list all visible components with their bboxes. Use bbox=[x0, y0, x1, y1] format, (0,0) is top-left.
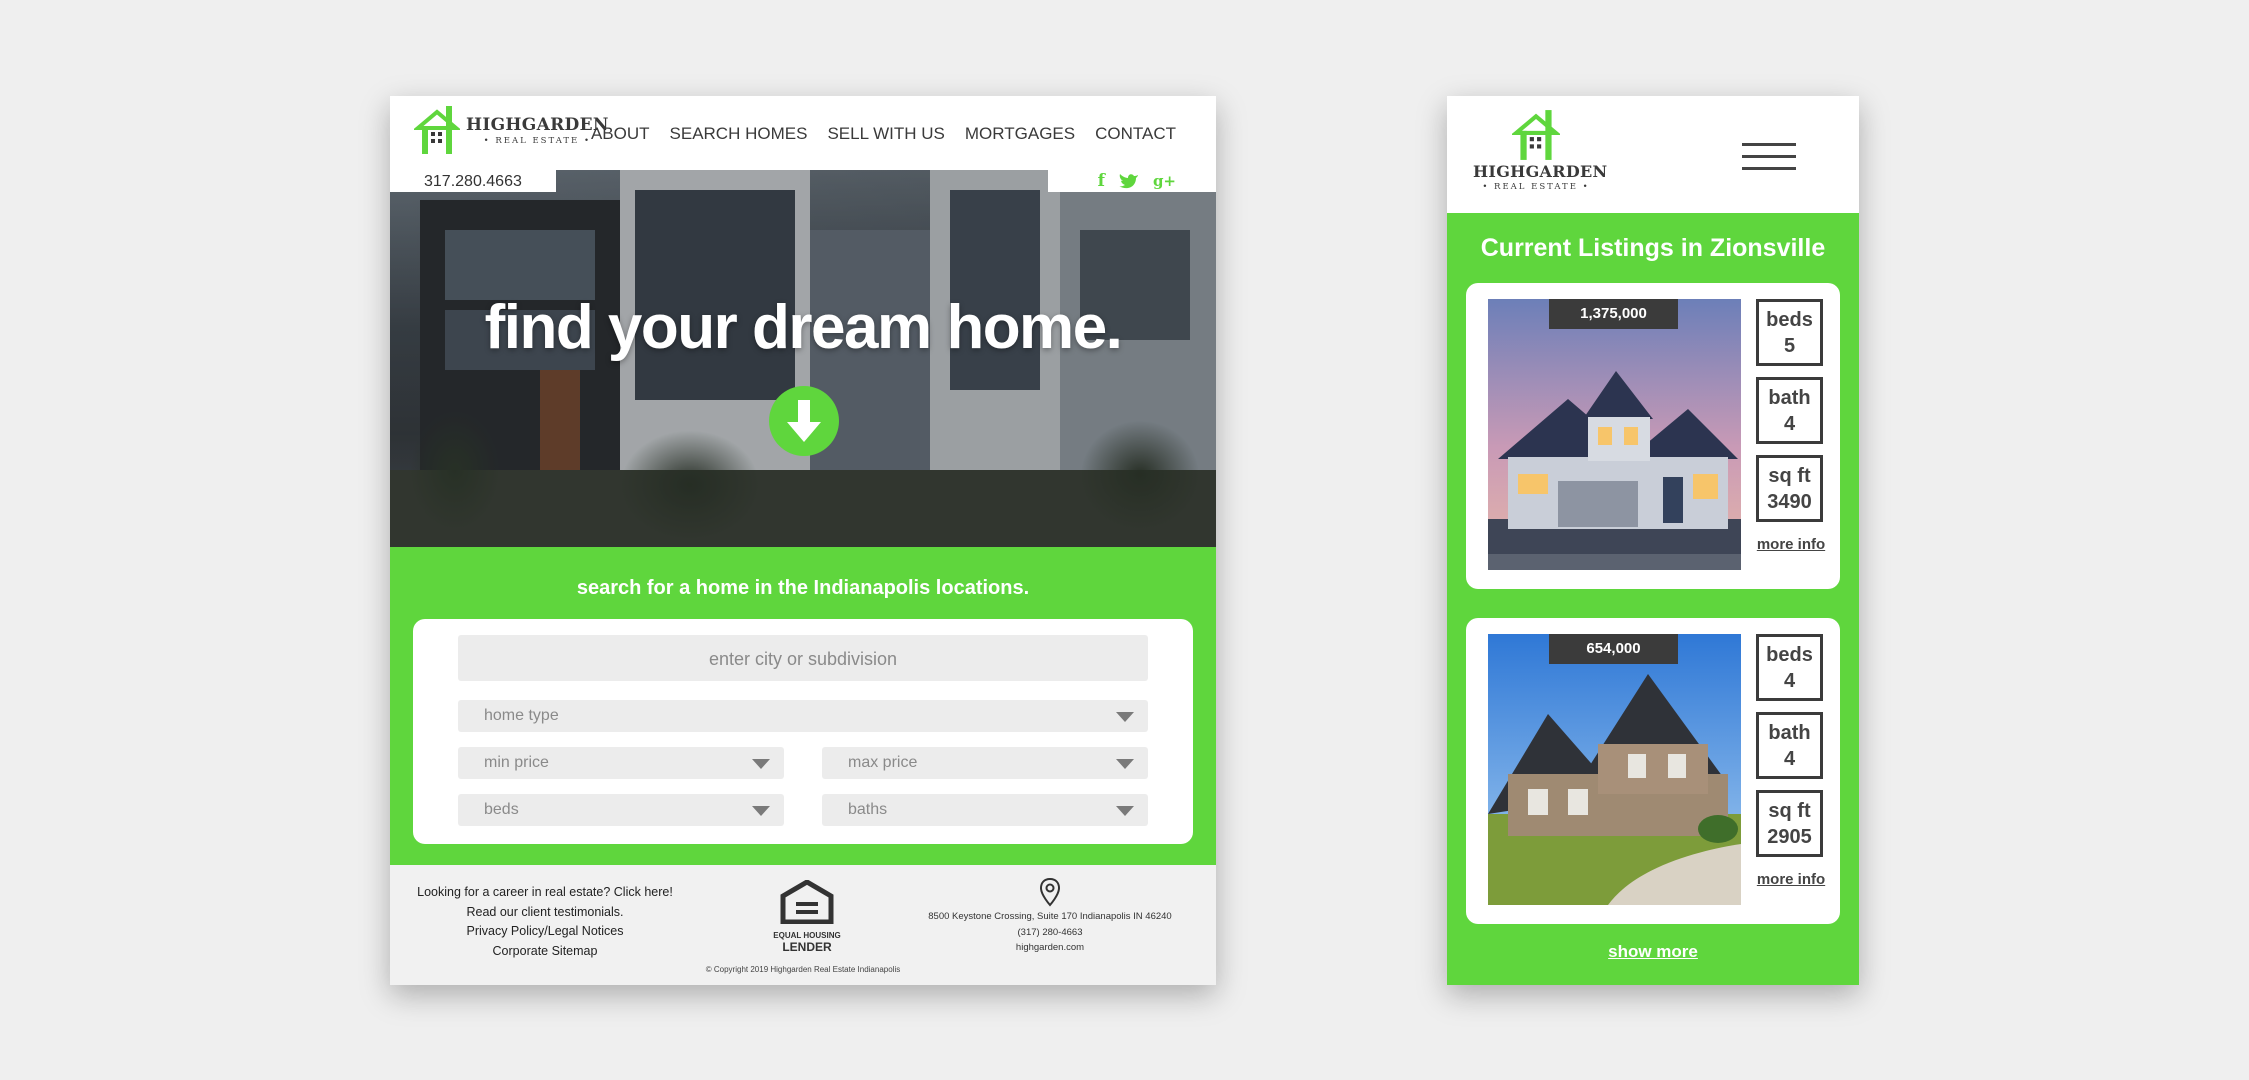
house-logo-icon bbox=[1512, 110, 1560, 160]
equal-housing-logo: EQUAL HOUSING LENDER bbox=[772, 879, 842, 954]
show-more-link[interactable]: show more bbox=[1447, 942, 1859, 962]
sqft-stat: sq ft 2905 bbox=[1756, 790, 1823, 857]
beds-stat-value: 4 bbox=[1783, 670, 1796, 692]
scroll-down-button[interactable] bbox=[769, 386, 839, 456]
listing-photo[interactable]: 654,000 bbox=[1488, 634, 1741, 905]
footer-phone[interactable]: (317) 280-4663 bbox=[910, 925, 1190, 941]
logo-subtitle: • REAL ESTATE • bbox=[483, 135, 591, 146]
google-plus-icon[interactable]: g+ bbox=[1153, 172, 1176, 190]
nav-item-contact[interactable]: CONTACT bbox=[1095, 124, 1176, 144]
down-arrow-icon bbox=[787, 400, 821, 442]
site-logo[interactable]: HIGHGARDEN • REAL ESTATE • bbox=[414, 104, 609, 156]
footer-link-sitemap[interactable]: Corporate Sitemap bbox=[410, 942, 680, 962]
chevron-down-icon bbox=[1116, 806, 1134, 816]
hero-title: find your dream home. bbox=[484, 293, 1123, 362]
sqft-stat: sq ft 3490 bbox=[1756, 455, 1823, 522]
beds-stat: beds 5 bbox=[1756, 299, 1823, 366]
min-price-label: min price bbox=[484, 754, 549, 771]
lender-text: LENDER bbox=[782, 940, 832, 954]
chevron-down-icon bbox=[1116, 712, 1134, 722]
chevron-down-icon bbox=[1116, 759, 1134, 769]
facebook-icon[interactable]: f bbox=[1098, 171, 1105, 191]
footer-links: Looking for a career in real estate? Cli… bbox=[410, 883, 680, 961]
twitter-icon[interactable] bbox=[1118, 173, 1139, 189]
logo-name: HIGHGARDEN bbox=[466, 114, 609, 135]
social-links: f g+ bbox=[1048, 170, 1216, 192]
site-header: HIGHGARDEN • REAL ESTATE • ABOUT SEARCH … bbox=[390, 96, 1216, 170]
copyright: © Copyright 2019 Highgarden Real Estate … bbox=[705, 965, 901, 974]
nav-item-search-homes[interactable]: SEARCH HOMES bbox=[670, 124, 808, 144]
footer-contact: 8500 Keystone Crossing, Suite 170 Indian… bbox=[910, 877, 1190, 956]
equal-housing-icon bbox=[780, 879, 834, 925]
nav-item-about[interactable]: ABOUT bbox=[591, 124, 650, 144]
sqft-stat-value: 2905 bbox=[1767, 826, 1812, 848]
sqft-stat-value: 3490 bbox=[1767, 491, 1812, 513]
nav-item-mortgages[interactable]: MORTGAGES bbox=[965, 124, 1075, 144]
footer-address: 8500 Keystone Crossing, Suite 170 Indian… bbox=[928, 911, 1172, 922]
site-footer: Looking for a career in real estate? Cli… bbox=[390, 865, 1216, 985]
max-price-select[interactable]: max price bbox=[822, 747, 1148, 779]
mobile-mockup: HIGHGARDEN • REAL ESTATE • Current Listi… bbox=[1447, 96, 1859, 985]
listing-card[interactable]: 654,000 beds 4 bath 4 sq ft 2905 more in… bbox=[1466, 618, 1840, 924]
sqft-stat-label: sq ft bbox=[1768, 465, 1811, 487]
mobile-logo-subtitle: • REAL ESTATE • bbox=[1482, 182, 1590, 192]
beds-stat-value: 5 bbox=[1783, 335, 1796, 357]
search-title: search for a home in the Indianapolis lo… bbox=[576, 577, 1030, 599]
desktop-mockup: HIGHGARDEN • REAL ESTATE • ABOUT SEARCH … bbox=[390, 96, 1216, 985]
bath-stat-label: bath bbox=[1768, 387, 1811, 409]
bath-stat-label: bath bbox=[1768, 722, 1811, 744]
house-photo bbox=[1488, 634, 1741, 905]
beds-select[interactable]: beds bbox=[458, 794, 784, 826]
footer-link-privacy[interactable]: Privacy Policy/Legal Notices bbox=[410, 922, 680, 942]
listing-photo[interactable]: 1,375,000 bbox=[1488, 299, 1741, 570]
house-logo-icon bbox=[414, 106, 460, 154]
bath-stat: bath 4 bbox=[1756, 712, 1823, 779]
house-photo bbox=[1488, 299, 1741, 570]
min-price-select[interactable]: min price bbox=[458, 747, 784, 779]
nav-item-sell-with-us[interactable]: SELL WITH US bbox=[827, 124, 944, 144]
listings-title: Current Listings in Zionsville bbox=[1480, 234, 1826, 262]
phone-tab: 317.280.4663 bbox=[390, 170, 556, 192]
baths-select[interactable]: baths bbox=[822, 794, 1148, 826]
equal-housing-text: EQUAL HOUSING bbox=[773, 931, 841, 940]
location-pin-icon bbox=[1039, 877, 1061, 907]
home-search-section: search for a home in the Indianapolis lo… bbox=[390, 547, 1216, 865]
mobile-site-logo[interactable]: HIGHGARDEN • REAL ESTATE • bbox=[1473, 108, 1608, 192]
more-info-link[interactable]: more info bbox=[1756, 871, 1826, 888]
search-form: enter city or subdivision home type min … bbox=[413, 619, 1193, 844]
main-nav: ABOUT SEARCH HOMES SELL WITH US MORTGAGE… bbox=[591, 124, 1176, 144]
listing-price: 654,000 bbox=[1549, 634, 1678, 664]
beds-stat-label: beds bbox=[1766, 644, 1813, 666]
max-price-label: max price bbox=[848, 754, 918, 771]
mobile-logo-name: HIGHGARDEN bbox=[1473, 162, 1608, 181]
chevron-down-icon bbox=[752, 806, 770, 816]
chevron-down-icon bbox=[752, 759, 770, 769]
beds-stat-label: beds bbox=[1766, 309, 1813, 331]
more-info-link[interactable]: more info bbox=[1756, 536, 1826, 553]
hamburger-menu-icon[interactable] bbox=[1742, 143, 1796, 171]
bath-stat-value: 4 bbox=[1783, 748, 1796, 770]
home-type-label: home type bbox=[484, 707, 559, 724]
footer-link-testimonials[interactable]: Read our client testimonials. bbox=[410, 903, 680, 923]
beds-stat: beds 4 bbox=[1756, 634, 1823, 701]
bath-stat-value: 4 bbox=[1783, 413, 1796, 435]
mobile-header: HIGHGARDEN • REAL ESTATE • bbox=[1447, 96, 1859, 213]
baths-label: baths bbox=[848, 801, 888, 818]
sqft-stat-label: sq ft bbox=[1768, 800, 1811, 822]
beds-label: beds bbox=[484, 801, 519, 818]
city-search-input[interactable]: enter city or subdivision bbox=[458, 635, 1148, 681]
listing-price: 1,375,000 bbox=[1549, 299, 1678, 329]
footer-link-careers[interactable]: Looking for a career in real estate? Cli… bbox=[410, 883, 680, 903]
footer-website[interactable]: highgarden.com bbox=[910, 940, 1190, 956]
phone-number[interactable]: 317.280.4663 bbox=[424, 173, 522, 191]
listing-card[interactable]: 1,375,000 beds 5 bath 4 sq ft 3490 more … bbox=[1466, 283, 1840, 589]
bath-stat: bath 4 bbox=[1756, 377, 1823, 444]
home-type-select[interactable]: home type bbox=[458, 700, 1148, 732]
